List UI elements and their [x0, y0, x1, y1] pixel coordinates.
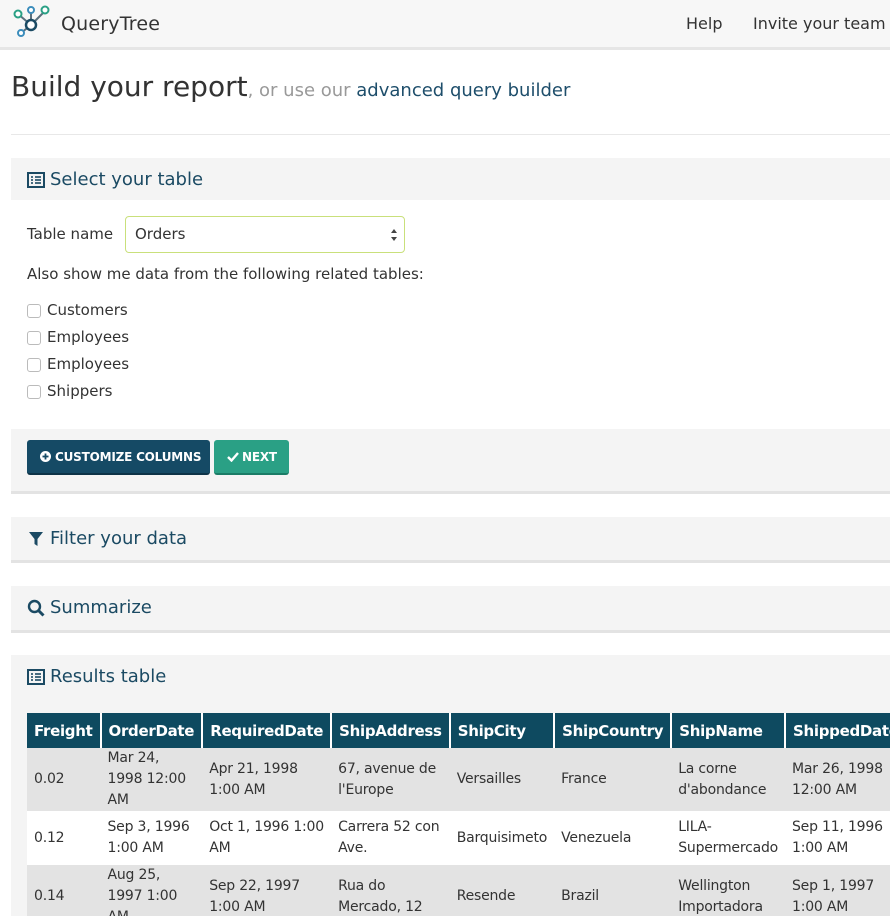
- table-cell: Oct 1, 1996 1:00 AM: [202, 811, 332, 865]
- filter-title: Filter your data: [50, 528, 188, 549]
- select-table-panel: Select your table Table name Orders Also…: [11, 158, 890, 494]
- filter-icon: [29, 532, 43, 546]
- divider: [11, 134, 890, 135]
- page-title-text: Build your report: [11, 70, 248, 103]
- app-brand[interactable]: QueryTree: [61, 13, 160, 35]
- top-navbar: QueryTree Help Invite your team: [0, 0, 890, 50]
- next-button[interactable]: NEXT: [214, 440, 289, 475]
- column-header[interactable]: ShippedDate: [785, 713, 890, 748]
- filter-panel[interactable]: Filter your data: [11, 517, 890, 563]
- results-header[interactable]: Results table: [11, 655, 890, 699]
- next-label: NEXT: [242, 450, 277, 464]
- table-cell: Aug 25, 1997 1:00 AM: [100, 865, 203, 916]
- table-cell: Sep 22, 1997 1:00 AM: [202, 865, 332, 916]
- column-header[interactable]: Freight: [27, 713, 102, 748]
- table-cell: Carrera 52 con Ave.: [331, 811, 450, 865]
- table-row: 0.14 Aug 25, 1997 1:00 AM Sep 22, 1997 1…: [27, 865, 890, 916]
- table-cell: Versailles: [449, 748, 555, 811]
- table-cell: Wellington Importadora: [671, 865, 785, 916]
- checkbox[interactable]: [27, 385, 41, 399]
- customize-columns-label: CUSTOMIZE COLUMNS: [55, 450, 202, 464]
- select-table-body: Table name Orders Also show me data from…: [11, 200, 890, 429]
- column-header[interactable]: ShipAddress: [331, 713, 451, 748]
- check-icon: [227, 452, 239, 462]
- column-header[interactable]: ShipCountry: [554, 713, 673, 748]
- table-list-icon: [27, 172, 45, 188]
- checkbox-label[interactable]: Employees: [47, 328, 129, 346]
- checkbox-label[interactable]: Shippers: [47, 382, 112, 400]
- results-table: Freight OrderDate RequiredDate ShipAddre…: [27, 713, 890, 916]
- checkbox-label[interactable]: Customers: [47, 301, 128, 319]
- table-cell: Sep 1, 1997 1:00 AM: [785, 865, 890, 916]
- results-panel: Results table Freight OrderDate Required…: [11, 655, 890, 916]
- table-cell: Sep 11, 1996 1:00 AM: [785, 811, 890, 865]
- table-cell: Barquisimeto: [449, 811, 555, 865]
- table-cell: Brazil: [554, 865, 672, 916]
- column-header[interactable]: RequiredDate: [202, 713, 333, 748]
- table-name-select[interactable]: Orders: [125, 216, 405, 253]
- column-header[interactable]: ShipCity: [449, 713, 556, 748]
- column-header[interactable]: ShipName: [671, 713, 786, 748]
- table-cell: 0.12: [27, 811, 101, 865]
- table-header-row: Freight OrderDate RequiredDate ShipAddre…: [27, 713, 890, 748]
- advanced-query-builder-link[interactable]: advanced query builder: [356, 80, 570, 101]
- table-cell: Mar 26, 1998 12:00 AM: [785, 748, 890, 811]
- querytree-logo-icon[interactable]: [11, 3, 51, 39]
- table-name-value: Orders: [135, 225, 186, 243]
- related-tables-label: Also show me data from the following rel…: [27, 265, 424, 283]
- page-title-sub: , or use our: [247, 80, 357, 101]
- table-cell: 67, avenue de l'Europe: [331, 748, 450, 811]
- select-arrows-icon: [391, 229, 397, 241]
- table-cell: La corne d'abondance: [671, 748, 785, 811]
- table-cell: LILA-Supermercado: [671, 811, 785, 865]
- results-title: Results table: [50, 666, 167, 687]
- customize-columns-button[interactable]: CUSTOMIZE COLUMNS: [27, 440, 210, 475]
- checkbox[interactable]: [27, 304, 41, 318]
- table-cell: Apr 21, 1998 1:00 AM: [202, 748, 332, 811]
- table-cell: Resende: [449, 865, 555, 916]
- table-cell: Mar 24, 1998 12:00 AM: [100, 748, 203, 811]
- summarize-title: Summarize: [50, 597, 152, 618]
- summarize-panel[interactable]: Summarize: [11, 586, 890, 633]
- nav-help-link[interactable]: Help: [686, 14, 722, 33]
- table-row: 0.02 Mar 24, 1998 12:00 AM Apr 21, 1998 …: [27, 748, 890, 811]
- plus-circle-icon: [40, 451, 51, 462]
- table-cell: Rua do Mercado, 12: [331, 865, 450, 916]
- table-list-icon: [27, 669, 45, 685]
- nav-invite-link[interactable]: Invite your team: [753, 14, 886, 33]
- column-header[interactable]: OrderDate: [100, 713, 204, 748]
- search-icon: [27, 599, 45, 617]
- table-cell: France: [554, 748, 672, 811]
- table-row: 0.12 Sep 3, 1996 1:00 AM Oct 1, 1996 1:0…: [27, 811, 890, 865]
- checkbox-label[interactable]: Employees: [47, 355, 129, 373]
- table-cell: Sep 3, 1996 1:00 AM: [100, 811, 203, 865]
- checkbox[interactable]: [27, 331, 41, 345]
- select-table-header[interactable]: Select your table: [11, 158, 890, 202]
- table-cell: 0.14: [27, 865, 101, 916]
- table-cell: 0.02: [27, 748, 101, 811]
- table-name-label: Table name: [27, 225, 114, 243]
- table-cell: Venezuela: [554, 811, 672, 865]
- select-table-title: Select your table: [50, 169, 204, 190]
- page-title: Build your report, or use our advanced q…: [11, 70, 570, 103]
- checkbox[interactable]: [27, 358, 41, 372]
